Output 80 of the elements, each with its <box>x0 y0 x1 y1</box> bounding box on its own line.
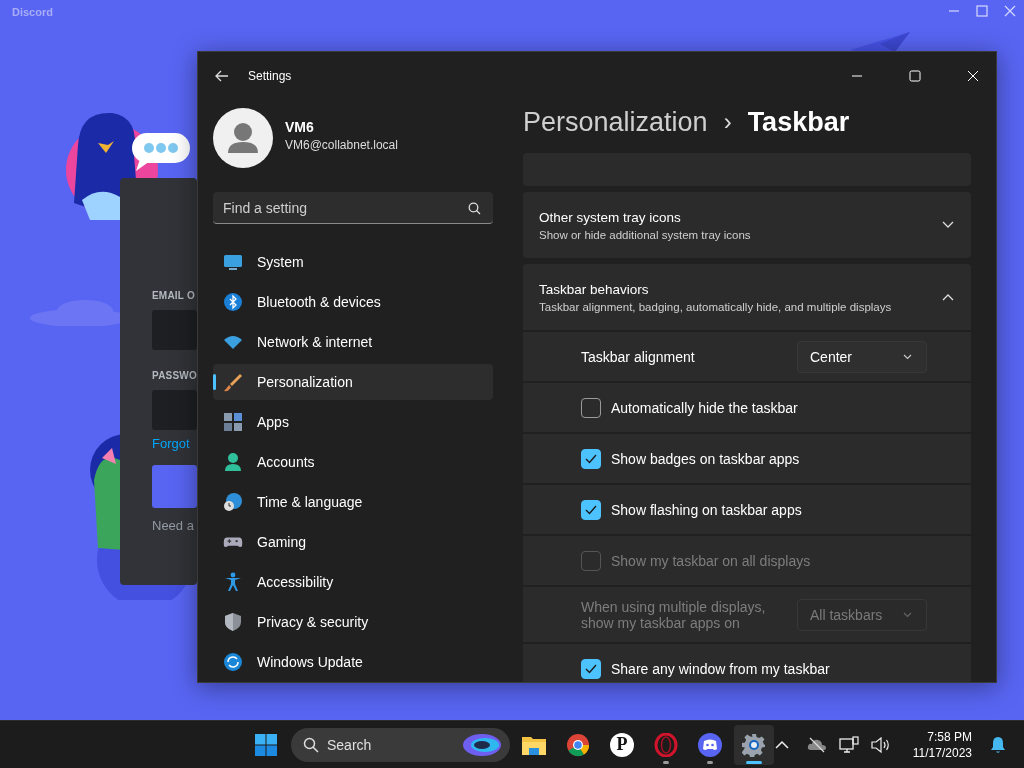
wifi-icon <box>223 334 243 350</box>
taskbar-search-field[interactable]: Search <box>291 727 510 762</box>
settings-search-field[interactable]: Find a setting <box>213 192 493 224</box>
check-icon <box>585 663 597 674</box>
nav-item[interactable]: Privacy & security <box>213 604 493 640</box>
nav-item[interactable]: Apps <box>213 404 493 440</box>
checkbox[interactable] <box>581 658 601 679</box>
notification-bell-icon[interactable] <box>990 735 1006 754</box>
nav-item[interactable]: Time & language <box>213 484 493 520</box>
person-icon <box>223 452 243 472</box>
search-icon <box>303 736 319 753</box>
setting-title: Other system tray icons <box>539 209 682 225</box>
forgot-password-link[interactable]: Forgot <box>152 436 190 451</box>
nav-item[interactable]: Windows Update <box>213 644 493 680</box>
window-title: Settings <box>248 68 292 83</box>
checkbox-label: Show badges on taskbar apps <box>611 450 800 467</box>
monitor-icon <box>223 253 243 271</box>
ring-icon <box>654 732 678 757</box>
nav-item[interactable]: Accessibility <box>213 564 493 600</box>
nav-item[interactable]: Bluetooth & devices <box>213 284 493 320</box>
nav-item[interactable]: Accounts <box>213 444 493 480</box>
field-label: PASSWO <box>152 370 197 381</box>
globe-clock-icon <box>223 492 243 512</box>
network-monitor-icon[interactable] <box>838 735 859 754</box>
search-icon[interactable] <box>468 202 481 215</box>
gamepad-icon <box>223 534 243 550</box>
letter-icon: P <box>610 732 634 757</box>
start-icon[interactable] <box>254 732 278 757</box>
swirl-icon <box>462 732 502 757</box>
checkbox[interactable] <box>581 448 601 469</box>
check-icon <box>585 504 597 515</box>
checkbox-label: Automatically hide the taskbar <box>611 399 798 416</box>
volume-icon[interactable] <box>870 736 891 753</box>
browser-icon <box>566 732 590 757</box>
shield-icon <box>223 612 243 632</box>
user-email: VM6@collabnet.local <box>285 137 398 152</box>
breadcrumb-link[interactable]: Personalization <box>523 106 708 138</box>
setting-description: Show or hide additional system tray icons <box>539 228 752 241</box>
checkbox-label: Show my taskbar on all displays <box>611 552 811 569</box>
avatar-icon <box>213 108 273 168</box>
expander-header[interactable]: Other system tray icons Show or hide additional system tray icons <box>523 192 971 258</box>
chat-app-icon <box>698 732 722 757</box>
settings-icon <box>742 732 766 757</box>
cloud-off-icon[interactable] <box>806 736 827 753</box>
setting-description: Taskbar alignment, badging, automatically hide, and multiple displays <box>539 300 893 313</box>
setting-label: Taskbar alignment <box>581 348 696 365</box>
checkbox[interactable] <box>581 499 601 520</box>
taskbar-app[interactable] <box>734 724 774 765</box>
page-title: Taskbar <box>747 106 850 138</box>
taskbar-app[interactable]: P <box>602 724 642 765</box>
checkbox-label: Share any window from my taskbar <box>611 660 830 677</box>
chevron-up-icon[interactable] <box>942 293 954 301</box>
back-icon[interactable] <box>215 69 229 82</box>
chevron-down-icon <box>903 611 912 618</box>
breadcrumb-separator: › <box>723 108 732 136</box>
password-field[interactable] <box>152 390 197 430</box>
nav-item[interactable]: System <box>213 244 493 280</box>
app-logo: Discord <box>12 6 53 18</box>
update-icon <box>223 652 243 672</box>
bluetooth-icon <box>223 292 243 312</box>
setting-title: Taskbar behaviors <box>539 281 650 297</box>
chevron-down-icon <box>903 353 912 360</box>
apps-icon <box>223 412 243 432</box>
nav-item[interactable]: Network & internet <box>213 324 493 360</box>
setting-label: When using multiple displays, show my taskbar apps on <box>581 598 767 631</box>
nav-item[interactable]: Personalization <box>213 364 493 400</box>
brush-icon <box>223 372 243 392</box>
chevron-down-icon[interactable] <box>942 221 954 229</box>
clock[interactable]: 7:58 PM 11/17/2023 <box>912 728 972 761</box>
checkbox-label: Show flashing on taskbar apps <box>611 501 802 518</box>
user-name: VM6 <box>285 118 315 135</box>
email-field[interactable] <box>152 310 197 350</box>
field-label: EMAIL O <box>152 290 195 301</box>
expander-header[interactable]: Taskbar behaviors Taskbar alignment, badging, automatically hide, and multiple displays <box>523 264 971 330</box>
register-text: Need a <box>152 518 194 533</box>
nav-item[interactable]: Gaming <box>213 524 493 560</box>
chevron-up-icon[interactable] <box>774 740 789 749</box>
dropdown[interactable]: Center <box>797 340 927 373</box>
check-icon <box>585 453 597 464</box>
checkbox[interactable] <box>581 397 601 418</box>
